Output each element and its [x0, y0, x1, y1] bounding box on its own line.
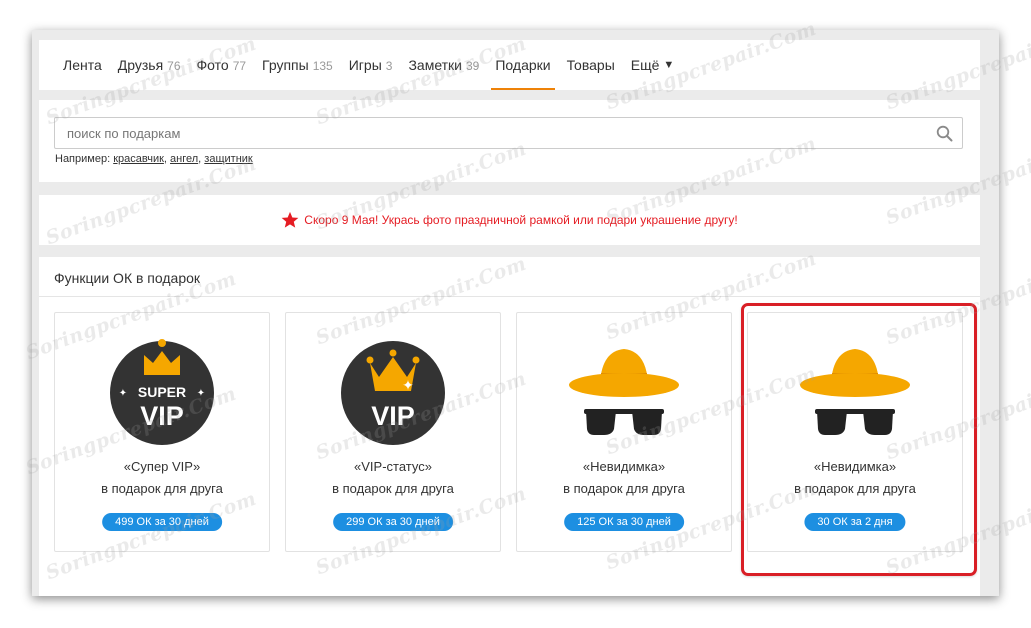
- nav-item-notes[interactable]: Заметки 39: [408, 40, 479, 90]
- gift-name: «Невидимка»: [582, 459, 666, 474]
- top-navigation: Лента Друзья 76 Фото 77 Группы 135 Игры 3 За…: [39, 40, 980, 90]
- search-icon[interactable]: [936, 125, 953, 142]
- gift-price-button[interactable]: 299 ОК за 30 дней: [333, 513, 453, 531]
- super-vip-icon: SUPER VIP ✦ ✦: [110, 339, 214, 445]
- nav-count: 77: [232, 59, 247, 73]
- invisible-hat-icon: [800, 349, 910, 435]
- badge-top-text: SUPER: [138, 384, 186, 400]
- search-panel: Например: красавчик, ангел, защитник: [39, 100, 980, 182]
- vip-icon: VIP ✦: [341, 341, 445, 445]
- red-star-icon: [281, 211, 299, 228]
- gift-description: в подарок для друга: [563, 481, 685, 496]
- svg-text:✦: ✦: [119, 388, 127, 399]
- promo-text: Скоро 9 Мая! Укрась фото праздничной рам…: [304, 213, 738, 227]
- nav-item-friends[interactable]: Друзья 76: [118, 40, 181, 90]
- nav-item-games[interactable]: Игры 3: [349, 40, 393, 90]
- nav-item-groups[interactable]: Группы 135: [262, 40, 333, 90]
- example-link[interactable]: красавчик: [113, 153, 164, 165]
- gift-name: «VIP-статус»: [354, 459, 432, 474]
- gift-card-vip[interactable]: VIP ✦ «VIP-статус» в подарок для друга 2…: [285, 312, 501, 552]
- gift-price-button[interactable]: 30 ОК за 2 дня: [804, 513, 906, 531]
- examples-label: Например:: [55, 153, 111, 165]
- search-box: [54, 117, 963, 149]
- gift-price-button[interactable]: 499 ОК за 30 дней: [102, 513, 222, 531]
- gift-description: в подарок для друга: [101, 481, 223, 496]
- nav-item-gifts[interactable]: Подарки: [491, 40, 555, 90]
- invisible-hat-icon: [569, 349, 679, 435]
- gift-price-button[interactable]: 125 ОК за 30 дней: [564, 513, 684, 531]
- nav-count: 3: [385, 59, 393, 73]
- gift-card-super-vip[interactable]: SUPER VIP ✦ ✦ «Супер VIP» в подарок для …: [54, 312, 270, 552]
- example-link[interactable]: защитник: [204, 153, 252, 165]
- gift-functions-section: Функции ОК в подарок SUPER VIP ✦ ✦ «Супе…: [39, 257, 980, 596]
- nav-count: 76: [167, 59, 181, 73]
- search-input[interactable]: [55, 118, 962, 148]
- nav-item-goods[interactable]: Товары: [567, 40, 615, 90]
- nav-count: 135: [312, 59, 333, 73]
- gift-card-invisible-2[interactable]: «Невидимка» в подарок для друга 30 ОК за…: [747, 312, 963, 552]
- svg-text:✦: ✦: [197, 388, 205, 399]
- gift-card-invisible-30[interactable]: «Невидимка» в подарок для друга 125 ОК з…: [516, 312, 732, 552]
- nav-item-feed[interactable]: Лента: [63, 40, 102, 90]
- gift-description: в подарок для друга: [794, 481, 916, 496]
- nav-more-button[interactable]: Ещё ▼: [631, 40, 675, 90]
- section-title: Функции ОК в подарок: [54, 270, 201, 286]
- example-link[interactable]: ангел: [170, 153, 198, 165]
- gift-description: в подарок для друга: [332, 481, 454, 496]
- nav-count: 39: [466, 59, 480, 73]
- badge-main-text: VIP: [371, 401, 415, 431]
- gift-name: «Супер VIP»: [123, 459, 201, 474]
- divider: [39, 296, 980, 297]
- caret-down-icon: ▼: [663, 59, 675, 71]
- badge-main-text: VIP: [140, 401, 184, 431]
- nav-item-photos[interactable]: Фото 77: [197, 40, 247, 90]
- page-frame: Лента Друзья 76 Фото 77 Группы 135 Игры 3 За…: [32, 30, 999, 596]
- gift-name: «Невидимка»: [813, 459, 897, 474]
- search-examples: Например: красавчик, ангел, защитник: [55, 153, 253, 165]
- svg-text:✦: ✦: [402, 377, 414, 393]
- promo-banner[interactable]: Скоро 9 Мая! Укрась фото праздничной рам…: [39, 195, 980, 245]
